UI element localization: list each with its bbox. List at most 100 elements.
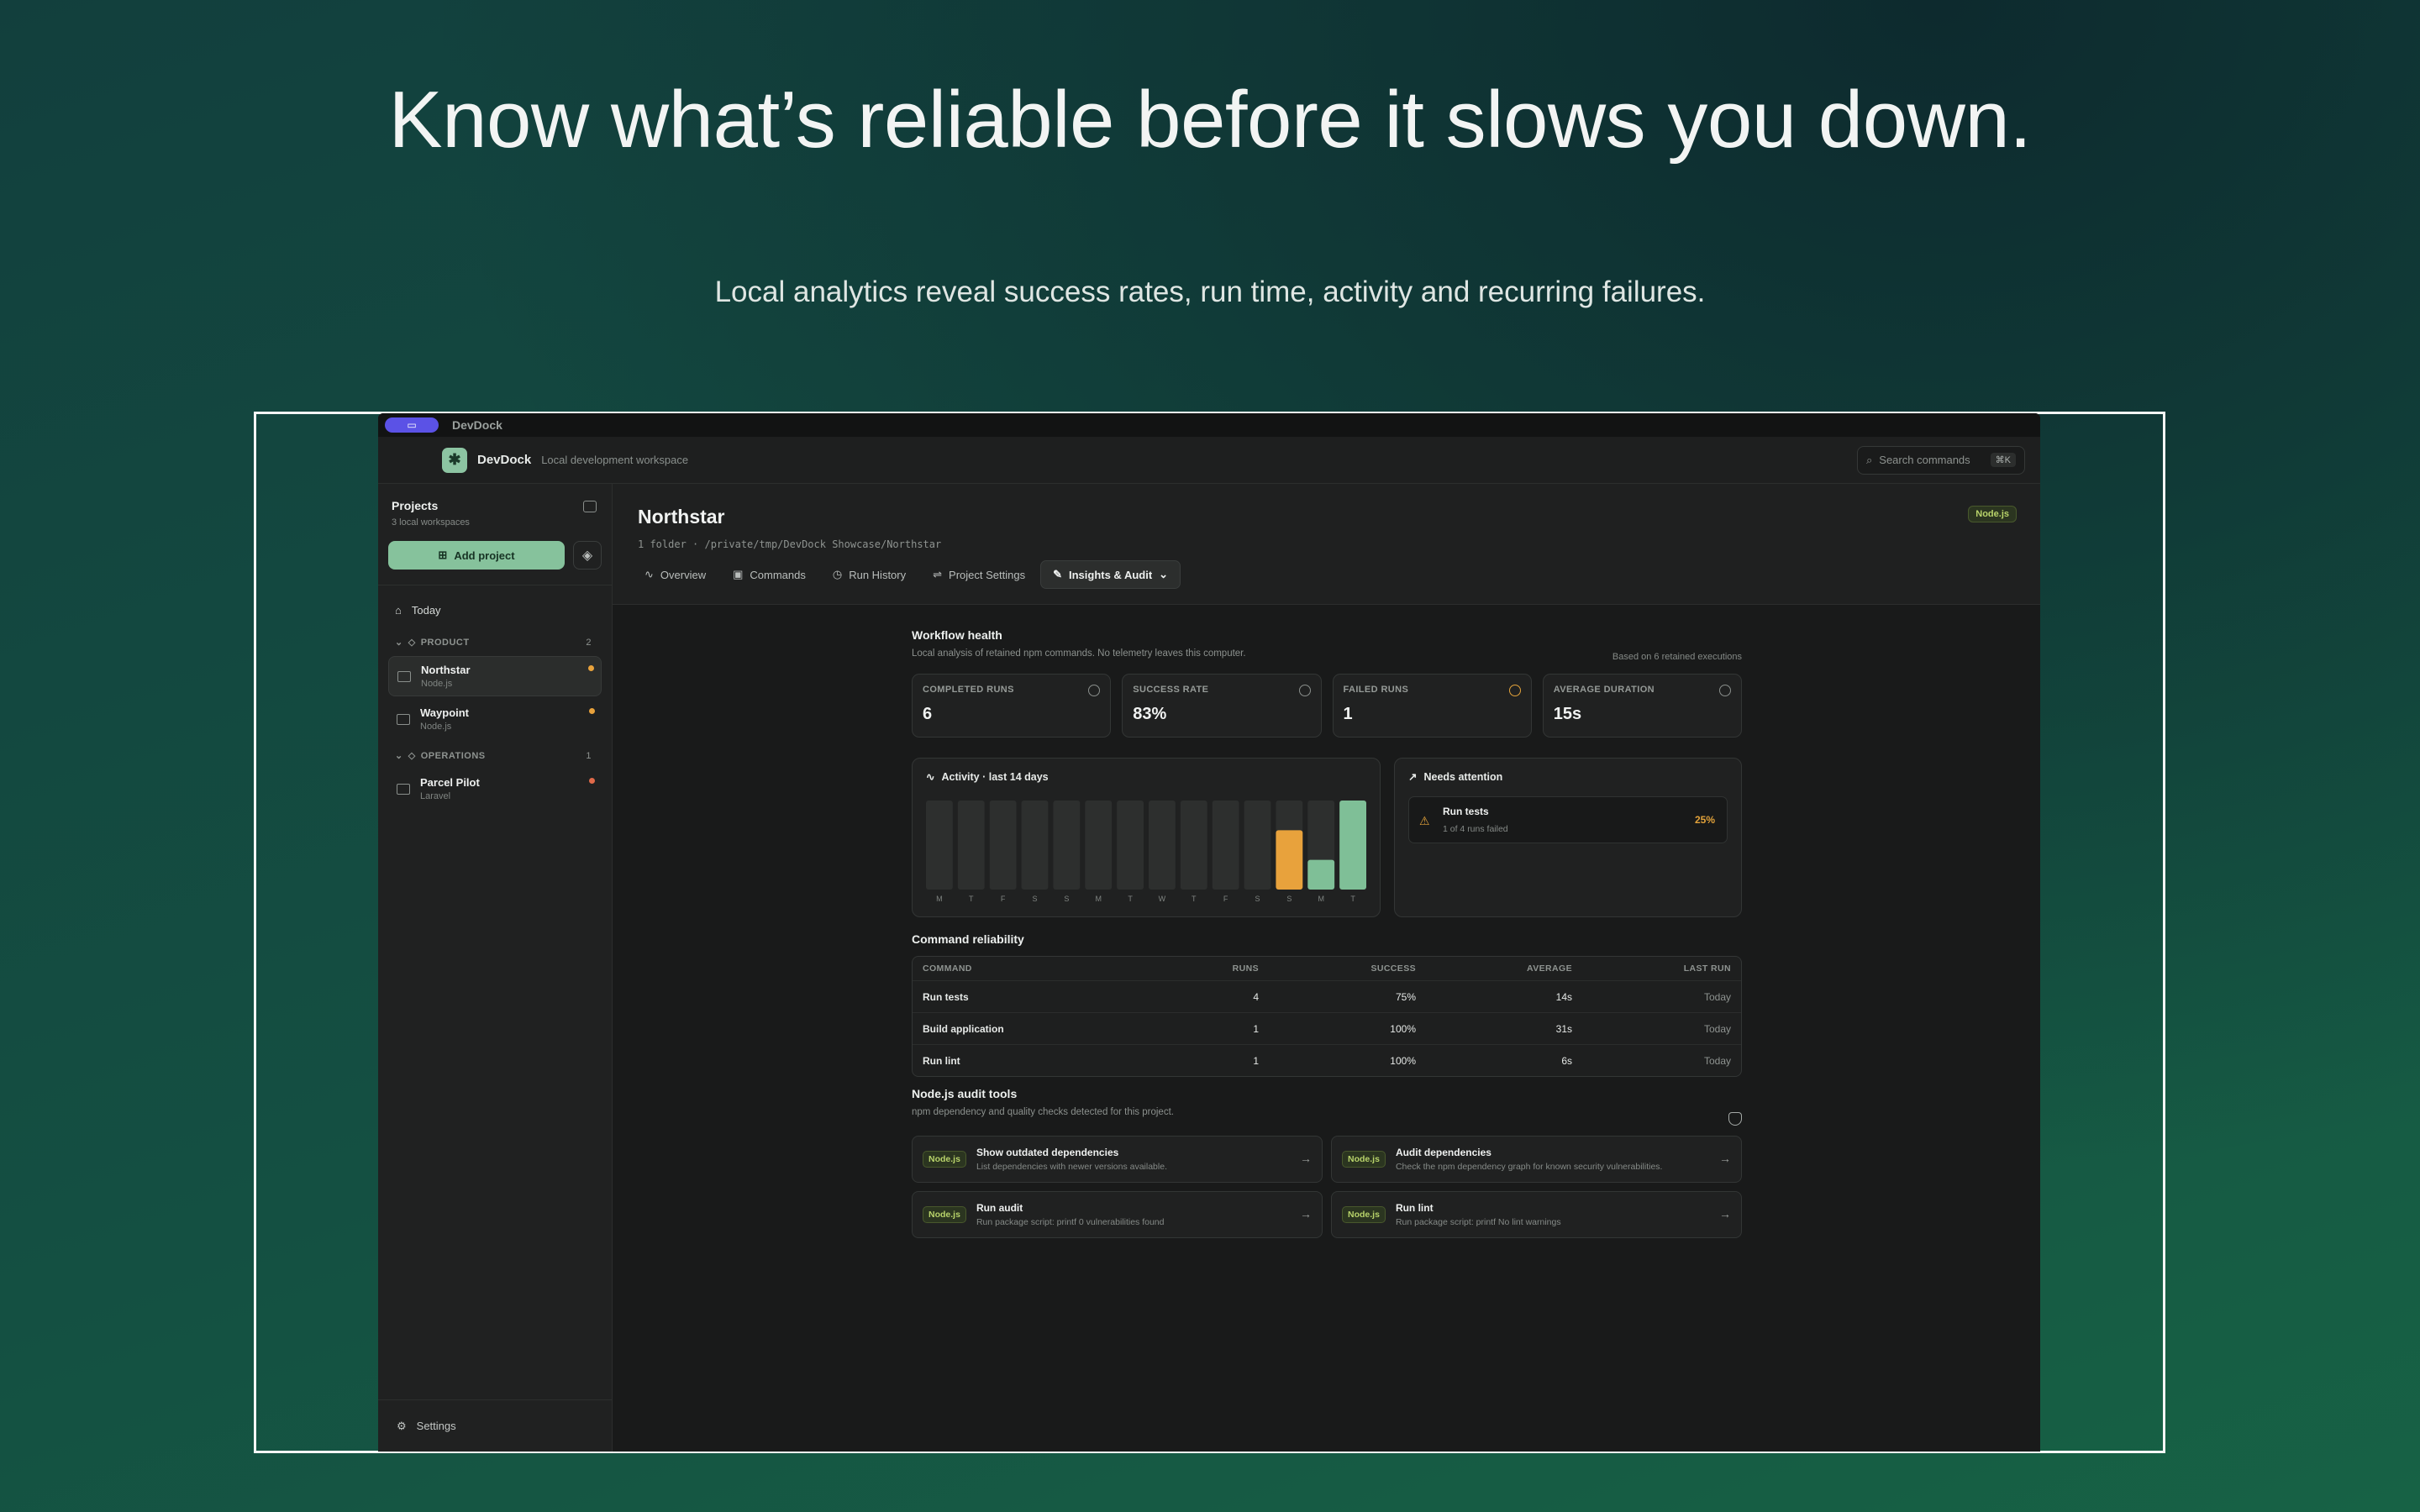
tab-label: Project Settings xyxy=(949,568,1026,581)
tab-bar: ∿ Overview ▣ Commands ◷ Run History ⇌ Projec… xyxy=(633,560,1181,589)
stat-label: SUCCESS RATE xyxy=(1133,685,1209,695)
group-count: 1 xyxy=(586,750,592,761)
stat-label: FAILED RUNS xyxy=(1343,685,1409,695)
activity-bar-track xyxy=(1180,801,1207,890)
framework-badge: Node.js xyxy=(1342,1151,1386,1168)
add-project-button[interactable]: ⊞ Add project xyxy=(388,541,565,570)
framework-badge: Node.js xyxy=(1968,506,2017,522)
cell-runs: 4 xyxy=(1253,990,1259,1003)
reliability-table: COMMAND RUNS SUCCESS AVERAGE LAST RUN Ru… xyxy=(912,956,1742,1077)
group-operations[interactable]: ⌄ ◇ OPERATIONS 1 xyxy=(378,742,612,766)
project-name: Waypoint xyxy=(420,706,470,719)
group-product[interactable]: ⌄ ◇ PRODUCT 2 xyxy=(378,628,612,653)
sidebar-subtitle: 3 local workspaces xyxy=(392,517,470,528)
collapse-sidebar-icon[interactable] xyxy=(583,501,597,512)
activity-day-label: M xyxy=(1095,895,1102,903)
framework-badge: Node.js xyxy=(923,1206,966,1223)
activity-day-label: W xyxy=(1159,895,1166,903)
tab-commands[interactable]: ▣ Commands xyxy=(721,560,818,589)
audit-title: Node.js audit tools xyxy=(912,1087,1018,1100)
window-title: DevDock xyxy=(452,418,502,432)
tab-run-history[interactable]: ◷ Run History xyxy=(821,560,918,589)
app-bar: ✱ DevDock Local development workspace ⌕ … xyxy=(378,437,2040,484)
folder-icon xyxy=(397,670,411,682)
stat-completed-runs: COMPLETED RUNS 6 xyxy=(912,674,1112,738)
stat-value: 1 xyxy=(1343,705,1353,723)
activity-day-label: S xyxy=(1255,895,1260,903)
stack-icon: ◇ xyxy=(408,638,416,648)
attention-item[interactable]: ⚠ Run tests 1 of 4 runs failed 25% xyxy=(1408,796,1728,843)
sidebar-item-northstar[interactable]: Northstar Node.js xyxy=(388,656,602,696)
activity-bar[interactable] xyxy=(1339,801,1366,890)
tab-project-settings[interactable]: ⇌ Project Settings xyxy=(921,560,1037,589)
audit-subtitle: npm dependency and quality checks detect… xyxy=(912,1107,1174,1117)
activity-title: Activity · last 14 days xyxy=(941,770,1049,783)
window-tab-icon[interactable]: ▭ xyxy=(385,417,439,433)
audit-outdated-deps[interactable]: Node.js Show outdated dependencies List … xyxy=(912,1136,1323,1183)
audit-name: Run lint xyxy=(1395,1202,1434,1214)
project-name: Parcel Pilot xyxy=(420,776,480,789)
stat-failed-runs: FAILED RUNS 1 xyxy=(1332,674,1532,738)
table-row[interactable]: Build application 1 100% 31s Today xyxy=(913,1012,1741,1044)
sidebar-item-parcel-pilot[interactable]: Parcel Pilot Laravel xyxy=(388,769,602,808)
chevron-down-icon: ⌄ xyxy=(395,751,403,761)
sidebar-title: Projects xyxy=(392,499,439,512)
project-type: Node.js xyxy=(421,679,453,689)
activity-bar[interactable] xyxy=(1276,830,1303,890)
layers-button[interactable]: ◈ xyxy=(573,541,602,570)
stat-value: 83% xyxy=(1133,705,1167,723)
cell-success: 100% xyxy=(1390,1022,1416,1035)
activity-bar-track xyxy=(1244,801,1271,890)
stat-value: 6 xyxy=(923,705,933,723)
shield-check-icon xyxy=(1728,1112,1742,1126)
sidebar-item-today[interactable]: ⌂ Today xyxy=(378,592,612,628)
settings-label: Settings xyxy=(416,1420,456,1432)
sidebar: Projects 3 local workspaces ⊞ Add projec… xyxy=(378,484,613,1452)
tab-label: Overview xyxy=(660,568,707,581)
stat-average-duration: AVERAGE DURATION 15s xyxy=(1542,674,1742,738)
settings-button[interactable]: ⚙ Settings xyxy=(378,1399,612,1452)
audit-run-audit[interactable]: Node.js Run audit Run package script: pr… xyxy=(912,1191,1323,1238)
audit-sub: Check the npm dependency graph for known… xyxy=(1395,1162,1663,1172)
attention-item-sub: 1 of 4 runs failed xyxy=(1443,824,1508,834)
arrow-right-icon: → xyxy=(1300,1207,1312,1221)
activity-bar[interactable] xyxy=(1307,859,1335,890)
audit-run-lint[interactable]: Node.js Run lint Run package script: pri… xyxy=(1331,1191,1742,1238)
activity-bar-track xyxy=(989,801,1017,890)
stat-success-rate: SUCCESS RATE 83% xyxy=(1122,674,1322,738)
arrow-right-icon: → xyxy=(1300,1152,1312,1165)
audit-name: Run audit xyxy=(976,1202,1023,1214)
attention-item-name: Run tests xyxy=(1443,806,1489,817)
header-last-run: LAST RUN xyxy=(1683,963,1731,974)
arrow-right-icon: → xyxy=(1719,1207,1731,1221)
header-average: AVERAGE xyxy=(1527,963,1572,974)
project-name: Northstar xyxy=(421,664,471,676)
cell-average: 31s xyxy=(1555,1022,1572,1035)
search-icon: ⌕ xyxy=(1866,453,1873,466)
activity-day-label: S xyxy=(1032,895,1037,903)
search-placeholder: Search commands xyxy=(1879,454,1970,466)
tab-label: Commands xyxy=(750,568,806,581)
cell-command: Run lint xyxy=(923,1054,960,1067)
app-subtitle: Local development workspace xyxy=(541,454,689,466)
today-label: Today xyxy=(411,604,441,617)
activity-day-label: S xyxy=(1064,895,1069,903)
table-row[interactable]: Run lint 1 100% 6s Today xyxy=(913,1044,1741,1076)
activity-day-label: F xyxy=(1001,895,1006,903)
clock-icon: ◷ xyxy=(832,568,843,580)
table-row[interactable]: Run tests 4 75% 14s Today xyxy=(913,980,1741,1012)
cell-last-run: Today xyxy=(1703,1054,1731,1067)
audit-dependencies[interactable]: Node.js Audit dependencies Check the npm… xyxy=(1331,1136,1742,1183)
sidebar-item-waypoint[interactable]: Waypoint Node.js xyxy=(388,700,602,738)
activity-bar-track xyxy=(957,801,985,890)
tab-overview[interactable]: ∿ Overview xyxy=(633,560,718,589)
cell-last-run: Today xyxy=(1703,1022,1731,1035)
audit-name: Audit dependencies xyxy=(1395,1147,1491,1158)
cell-average: 14s xyxy=(1555,990,1572,1003)
search-input[interactable]: ⌕ Search commands ⌘K xyxy=(1857,445,2025,475)
status-dot xyxy=(589,778,595,784)
tab-insights-audit[interactable]: ✎ Insights & Audit ⌄ xyxy=(1040,560,1181,589)
activity-bar-track xyxy=(1149,801,1176,890)
folder-plus-icon: ⊞ xyxy=(438,549,448,561)
activity-bar-track xyxy=(1053,801,1081,890)
